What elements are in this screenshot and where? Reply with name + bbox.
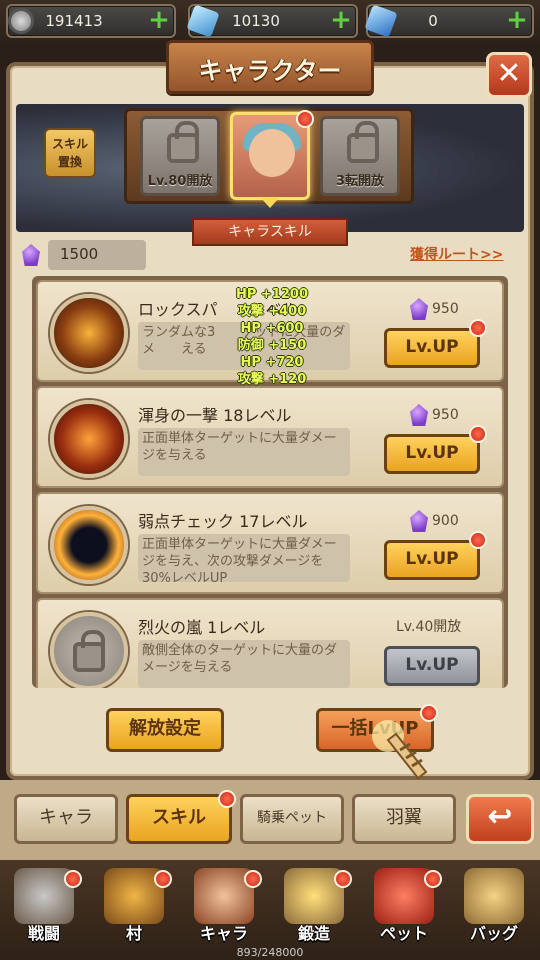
- skill-swap-line2: 置換: [57, 155, 82, 169]
- notification-dot: [296, 110, 314, 128]
- skill-slot-locked-1[interactable]: Lv.80開放: [140, 116, 220, 196]
- nav-label: 村: [125, 924, 142, 943]
- nav-forge[interactable]: 鍛造: [272, 868, 356, 946]
- close-button[interactable]: ✕: [486, 52, 532, 98]
- rock-spike-icon: [50, 294, 128, 372]
- stat-gain: 攻撃 +120: [237, 372, 307, 387]
- tap-hint-hand-icon: [372, 720, 428, 780]
- skill-cost: 950: [410, 298, 459, 320]
- nav-pet[interactable]: ペット: [362, 868, 446, 946]
- lvup-button[interactable]: Lv.UP: [384, 319, 487, 368]
- nav-village[interactable]: 村: [92, 868, 176, 946]
- notification-dot: [469, 531, 487, 549]
- lvup-label: Lv.UP: [405, 337, 459, 357]
- nav-bag[interactable]: バッグ: [452, 868, 536, 946]
- add-crystal-button[interactable]: +: [330, 7, 352, 33]
- gem-resource: 1500: [48, 240, 146, 270]
- character-portrait: [249, 129, 295, 177]
- skill-cost: 900: [410, 510, 459, 532]
- skill-row: 烈火の嵐 1レベル 敵側全体のターゲットに大量のダメージを与える Lv.40開放…: [36, 598, 504, 688]
- skill-name: 弱点チェック 17レベル: [138, 512, 308, 531]
- slot-label: 3転開放: [335, 174, 385, 189]
- cost-value: 950: [432, 407, 459, 423]
- notification-dot: [424, 870, 442, 888]
- skill-row: 渾身の一撃 18レベル 正面単体ターゲットに大量ダメージを与える 950 Lv.…: [36, 386, 504, 488]
- cost-value: 900: [432, 513, 459, 529]
- nav-label: バッグ: [469, 924, 518, 943]
- acquire-route-link[interactable]: 獲得ルート>>: [410, 244, 503, 264]
- weak-point-icon: [50, 506, 128, 584]
- notification-dot: [334, 870, 352, 888]
- lvup-button[interactable]: Lv.UP: [384, 425, 487, 474]
- skill-desc: 正面単体ターゲットに大量ダメージを与え、次の攻撃ダメージを30%レベルUP: [138, 534, 350, 586]
- floating-stat-gains: HP +1200 攻撃 +400 HP +600 防御 +150 HP +720…: [230, 286, 314, 388]
- lock-icon: [73, 630, 105, 672]
- purple-gem-icon: [410, 404, 428, 426]
- skill-slot-locked-2[interactable]: 3転開放: [320, 116, 400, 196]
- nav-battle[interactable]: 戦闘: [2, 868, 86, 946]
- notification-dot: [154, 870, 172, 888]
- lvup-label: Lv.UP: [405, 443, 459, 463]
- skill-cost: 950: [410, 404, 459, 426]
- lvup-label: Lv.UP: [405, 549, 459, 569]
- skill-desc: 敵側全体のターゲットに大量のダメージを与える: [138, 640, 350, 688]
- nav-label: 鍛造: [297, 924, 330, 943]
- skill-unlock-level: Lv.40開放: [396, 619, 462, 635]
- skill-name: 烈火の嵐 1レベル: [138, 618, 266, 637]
- skill-desc: 正面単体ターゲットに大量ダメージを与える: [138, 428, 350, 476]
- lock-icon: [167, 121, 199, 163]
- bag-icon: [464, 868, 524, 924]
- tab-skill[interactable]: スキル: [126, 794, 232, 844]
- release-settings-button[interactable]: 解放設定: [106, 708, 224, 752]
- notification-dot: [469, 425, 487, 443]
- title-plaque: キャラクター: [166, 40, 374, 94]
- tab-character[interactable]: キャラ: [14, 794, 118, 844]
- page-title: キャラクター: [198, 57, 342, 85]
- skill-ribbon: キャラスキル: [192, 218, 348, 246]
- notification-dot: [244, 870, 262, 888]
- add-gem-button[interactable]: +: [506, 7, 528, 33]
- close-icon: ✕: [496, 56, 522, 91]
- purple-gem-icon: [410, 510, 428, 532]
- stat-gain: HP +600: [240, 321, 304, 336]
- skill-swap-line1: スキル: [51, 137, 88, 151]
- purple-gem-icon: [410, 298, 428, 320]
- stat-gain: 攻撃 +400: [237, 304, 307, 319]
- nav-label: 戦闘: [27, 924, 60, 943]
- skill-swap-button[interactable]: スキル 置換: [44, 128, 96, 178]
- tab-riding-pet[interactable]: 騎乗ペット: [240, 794, 344, 844]
- notification-dot: [469, 319, 487, 337]
- add-coin-button[interactable]: +: [148, 7, 170, 33]
- lvup-button-disabled[interactable]: Lv.UP: [384, 646, 480, 686]
- full-strike-icon: [50, 400, 128, 478]
- lvup-label: Lv.UP: [405, 655, 459, 675]
- gear-coin-icon: [8, 8, 34, 34]
- nav-label: キャラ: [199, 924, 248, 943]
- lock-icon: [347, 121, 379, 163]
- stat-gain: HP +1200: [235, 287, 308, 302]
- notification-dot: [218, 790, 236, 808]
- skill-name: 渾身の一撃 18レベル: [138, 406, 292, 425]
- selection-pointer-icon: [261, 198, 279, 208]
- tab-wings[interactable]: 羽翼: [352, 794, 456, 844]
- notification-dot: [64, 870, 82, 888]
- stat-gain: HP +720: [240, 355, 304, 370]
- nav-character[interactable]: キャラ: [182, 868, 266, 946]
- cost-value: 950: [432, 301, 459, 317]
- locked-skill-icon: [50, 612, 128, 688]
- back-arrow-icon: ↩: [487, 799, 513, 834]
- slot-label: Lv.80開放: [147, 174, 213, 189]
- experience-counter: 893/248000: [236, 946, 304, 959]
- skill-row: 弱点チェック 17レベル 正面単体ターゲットに大量ダメージを与え、次の攻撃ダメー…: [36, 492, 504, 594]
- stat-gain: 防御 +150: [237, 338, 307, 353]
- lvup-button[interactable]: Lv.UP: [384, 531, 487, 580]
- back-button[interactable]: ↩: [466, 794, 534, 844]
- nav-label: ペット: [379, 924, 428, 943]
